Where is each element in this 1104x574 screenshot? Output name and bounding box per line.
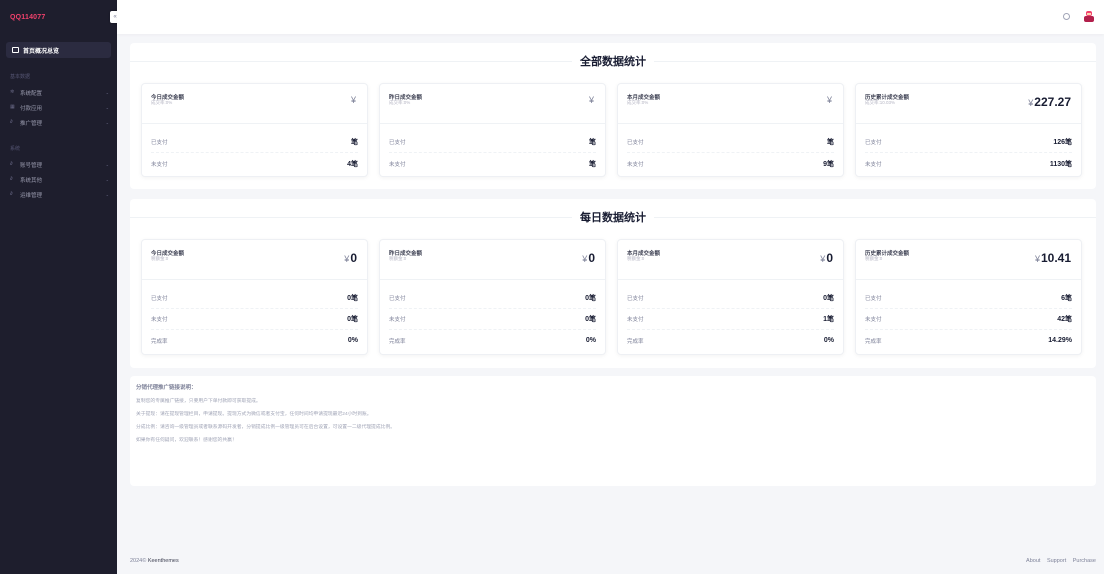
notes-line: 复制您的专属推广链接，只要用户下单付款即可获取提成。	[136, 399, 261, 404]
daily-card-today: 今日成交金额 税额金:0 ¥0 已支付 0笔 未支付 0笔 完成率 0%	[141, 239, 368, 355]
card-subtitle: 税额金:0	[151, 256, 169, 261]
card-subtitle: 税额金:0	[865, 256, 883, 261]
gear-icon: ✲	[10, 89, 15, 95]
card-subtitle: 成交率:0%	[389, 100, 411, 105]
stat-row: 已支付笔	[627, 132, 834, 153]
stat-row: 已支付 126笔	[865, 132, 1072, 153]
stat-row: 完成率 0%	[389, 337, 596, 345]
footer-link-support[interactable]: Support	[1047, 558, 1066, 564]
sidebar: QQ114077 首页概况总览 基本数据 ✲ 系统配置 ⌄ ▦ 付款应用 ⌄ ∂…	[0, 0, 117, 574]
sidebar-item-system-config[interactable]: ✲ 系统配置 ⌄	[0, 85, 117, 100]
user-avatar[interactable]	[1083, 10, 1095, 23]
stat-row: 未支付 4笔	[151, 160, 358, 168]
sidebar-item-system-other[interactable]: ∂ 系统其他 ⌄	[0, 172, 117, 187]
card-amount: ¥	[588, 95, 594, 105]
sidebar-item-label: 运维管理	[20, 192, 43, 199]
notes-line: 关于提现：请在提现管理栏目，申请提现。提现方式为微信或者支付宝，任何时间均申请提…	[136, 412, 372, 417]
promotion-notes: 分销代理推广链接说明： 复制您的专属推广链接，只要用户下单付款即可获取提成。 关…	[130, 376, 1096, 486]
sidebar-section-system: 系统	[10, 146, 21, 152]
chevron-down-icon: ⌄	[105, 90, 109, 95]
link-icon: ∂	[10, 161, 13, 167]
stat-row: 完成率 0%	[151, 337, 358, 345]
daily-stats-title: 每日数据统计	[130, 209, 1096, 225]
sidebar-item-dashboard[interactable]: 首页概况总览	[6, 42, 111, 58]
sidebar-item-promotion[interactable]: ∂ 推广管理 ⌄	[0, 115, 117, 130]
link-icon: ∂	[10, 176, 13, 182]
chevron-down-icon: ⌄	[105, 192, 109, 197]
all-stats-title: 全部数据统计	[130, 53, 1096, 69]
sidebar-item-label: 首页概况总览	[23, 48, 60, 55]
card-subtitle: 成交率:0%	[627, 100, 649, 105]
sidebar-item-label: 付款应用	[20, 105, 43, 112]
stat-row: 未支付 0笔	[151, 309, 358, 330]
footer-link-about[interactable]: About	[1026, 558, 1040, 564]
stat-row: 已支付笔	[389, 132, 596, 153]
daily-stats-panel: 每日数据统计 今日成交金额 税额金:0 ¥0 已支付 0笔 未支付 0笔 完成率 0%…	[130, 199, 1096, 368]
daily-card-history: 历史累计成交金额 税额金:0 ¥10.41 已支付 6笔 未支付 42笔 完成率 14…	[855, 239, 1082, 355]
stat-card-today: 今日成交金额 成交率:0% ¥ 已支付笔 未支付 4笔	[141, 83, 368, 177]
sidebar-item-accounts[interactable]: ∂ 账号管理 ⌄	[0, 157, 117, 172]
chevron-down-icon: ⌄	[105, 120, 109, 125]
daily-card-month: 本月成交金额 税额金:0 ¥0 已支付 0笔 未支付 1笔 完成率 0%	[617, 239, 844, 355]
footer-links: About Support Purchase	[1021, 558, 1096, 564]
stat-row: 未支付 1笔	[627, 309, 834, 330]
card-amount: ¥10.41	[1034, 251, 1071, 265]
link-icon: ∂	[10, 191, 13, 197]
stat-card-history: 历史累计成交金额 成交率:10.03% ¥227.27 已支付 126笔 未支付 1…	[855, 83, 1082, 177]
stat-row: 已支付 6笔	[865, 288, 1072, 309]
sidebar-item-ops[interactable]: ∂ 运维管理 ⌄	[0, 187, 117, 202]
link-icon: ∂	[10, 119, 13, 125]
footer: 2024© Keenthemes About Support Purchase	[130, 555, 1096, 567]
stat-row: 完成率 0%	[627, 337, 834, 345]
sidebar-item-payment-apps[interactable]: ▦ 付款应用 ⌄	[0, 100, 117, 115]
stat-row: 已支付 0笔	[389, 288, 596, 309]
stat-row: 未支付 1130笔	[865, 160, 1072, 168]
copyright: 2024© Keenthemes	[130, 558, 179, 564]
card-subtitle: 税额金:0	[389, 256, 407, 261]
chevron-down-icon: ⌄	[105, 162, 109, 167]
card-amount: ¥	[350, 95, 356, 105]
stat-row: 未支付笔	[389, 160, 596, 168]
stat-row: 完成率 14.29%	[865, 337, 1072, 345]
stat-row: 未支付 0笔	[389, 309, 596, 330]
footer-link-purchase[interactable]: Purchase	[1073, 558, 1096, 564]
notes-line: 如果你有任何疑问，欢迎联系！感谢您的共赢！	[136, 438, 237, 443]
daily-card-yesterday: 昨日成交金额 税额金:0 ¥0 已支付 0笔 未支付 0笔 完成率 0%	[379, 239, 606, 355]
chevron-down-icon: ⌄	[105, 105, 109, 110]
sidebar-item-label: 系统配置	[20, 90, 43, 97]
stat-row: 已支付 0笔	[627, 288, 834, 309]
stat-row: 已支付 0笔	[151, 288, 358, 309]
card-subtitle: 成交率:10.03%	[865, 100, 896, 105]
sidebar-item-label: 系统其他	[20, 177, 43, 184]
brand-logo[interactable]: QQ114077	[0, 0, 117, 34]
stat-card-month: 本月成交金额 成交率:0% ¥ 已支付笔 未支付 9笔	[617, 83, 844, 177]
grid-icon: ▦	[10, 104, 15, 110]
stat-row: 未支付 9笔	[627, 160, 834, 168]
notes-title: 分销代理推广链接说明：	[136, 385, 197, 391]
card-amount: ¥0	[582, 251, 595, 265]
stat-row: 未支付 42笔	[865, 309, 1072, 330]
all-stats-panel: 全部数据统计 今日成交金额 成交率:0% ¥ 已支付笔 未支付 4笔 昨日成交金额…	[130, 43, 1096, 189]
footer-brand-link[interactable]: Keenthemes	[148, 558, 179, 564]
notes-line: 分成比例：请咨询一级管理员或者联系源码开发者，分销提成比例一级管理员可在后台设置…	[136, 425, 396, 430]
card-subtitle: 税额金:0	[627, 256, 645, 261]
monitor-icon	[12, 47, 19, 53]
card-amount: ¥0	[820, 251, 833, 265]
card-amount: ¥227.27	[1028, 95, 1071, 109]
sidebar-item-label: 账号管理	[20, 162, 43, 169]
top-header	[117, 0, 1104, 34]
card-subtitle: 成交率:0%	[151, 100, 173, 105]
card-amount: ¥0	[344, 251, 357, 265]
stat-row: 已支付笔	[151, 132, 358, 153]
sidebar-section-basic: 基本数据	[10, 74, 31, 80]
sidebar-item-label: 推广管理	[20, 120, 43, 127]
chevron-down-icon: ⌄	[105, 177, 109, 182]
theme-toggle-icon[interactable]	[1063, 13, 1070, 20]
stat-card-yesterday: 昨日成交金额 成交率:0% ¥ 已支付笔 未支付笔	[379, 83, 606, 177]
card-amount: ¥	[826, 95, 832, 105]
